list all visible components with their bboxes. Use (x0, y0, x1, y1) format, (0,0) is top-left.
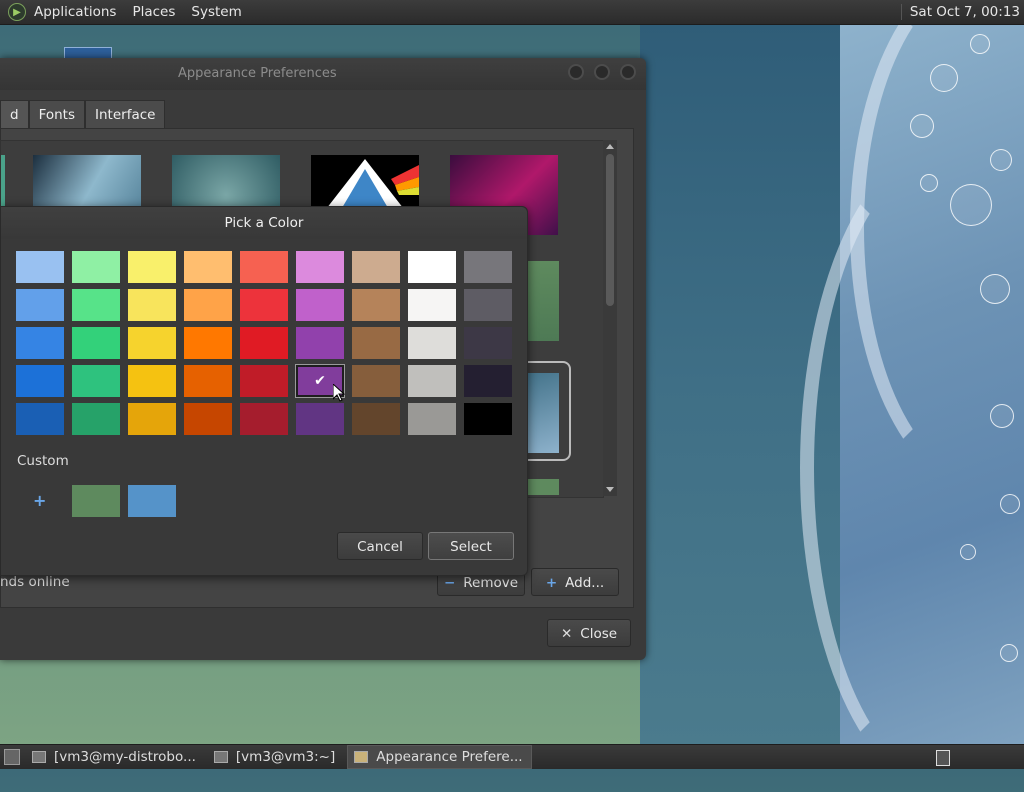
top-panel: ▶ Applications Places System Sat Oct 7, … (0, 0, 1024, 25)
color-swatch[interactable] (184, 289, 232, 321)
terminal-icon (32, 751, 46, 763)
color-swatch[interactable] (240, 289, 288, 321)
color-swatch[interactable] (128, 365, 176, 397)
dialog-title[interactable]: Pick a Color (1, 207, 527, 239)
minus-icon: − (443, 575, 456, 591)
color-swatch[interactable] (296, 251, 344, 283)
color-swatch[interactable] (296, 327, 344, 359)
scroll-up-icon[interactable] (606, 144, 614, 149)
color-swatch[interactable] (240, 365, 288, 397)
color-swatch[interactable] (464, 289, 512, 321)
task-appearance-preferences[interactable]: Appearance Prefere... (347, 745, 532, 769)
color-swatch[interactable] (464, 365, 512, 397)
color-swatch[interactable] (464, 251, 512, 283)
color-swatch[interactable] (72, 327, 120, 359)
tab-background[interactable]: d (0, 100, 29, 128)
window-title: Appearance Preferences (178, 66, 337, 81)
scroll-thumb[interactable] (606, 154, 614, 306)
cancel-button[interactable]: Cancel (337, 532, 423, 560)
color-swatch[interactable] (128, 251, 176, 283)
color-swatch[interactable] (16, 327, 64, 359)
color-swatch[interactable] (184, 403, 232, 435)
color-swatch[interactable] (352, 403, 400, 435)
color-swatch[interactable] (408, 365, 456, 397)
taskbar: [vm3@my-distrobo... [vm3@vm3:~] Appearan… (0, 744, 1024, 769)
color-swatch[interactable] (184, 251, 232, 283)
task-terminal-vm3[interactable]: [vm3@vm3:~] (208, 746, 343, 768)
minimize-button[interactable] (568, 64, 584, 80)
color-swatch[interactable] (16, 289, 64, 321)
color-swatch[interactable] (72, 251, 120, 283)
close-icon: ✕ (560, 626, 573, 642)
task-terminal-distrobox[interactable]: [vm3@my-distrobo... (26, 746, 204, 768)
color-swatch[interactable] (72, 403, 120, 435)
color-swatch[interactable] (128, 289, 176, 321)
menu-system[interactable]: System (191, 4, 241, 20)
mouse-cursor-icon (333, 384, 345, 402)
close-button[interactable]: ✕ Close (547, 619, 631, 647)
close-window-button[interactable] (620, 64, 636, 80)
terminal-icon (213, 751, 228, 763)
appearance-icon (354, 751, 369, 763)
tab-interface[interactable]: Interface (85, 100, 166, 128)
show-desktop-icon[interactable] (4, 749, 20, 765)
tab-fonts[interactable]: Fonts (28, 100, 86, 128)
color-swatch[interactable] (128, 327, 176, 359)
color-swatch[interactable] (16, 403, 64, 435)
color-swatch[interactable] (408, 251, 456, 283)
color-swatch[interactable] (296, 289, 344, 321)
menu-places[interactable]: Places (132, 4, 175, 20)
color-swatch[interactable] (464, 403, 512, 435)
color-swatch[interactable] (464, 327, 512, 359)
window-titlebar[interactable]: Appearance Preferences (0, 58, 646, 90)
color-swatch[interactable] (72, 365, 120, 397)
select-button[interactable]: Select (428, 532, 514, 560)
custom-colors-label: Custom (17, 453, 69, 469)
pick-a-color-dialog: Pick a Color ✔ Custom + Cancel Select (0, 206, 528, 576)
color-swatch[interactable] (72, 289, 120, 321)
maximize-button[interactable] (594, 64, 610, 80)
desktop-wallpaper-swirl (800, 0, 1024, 792)
get-more-backgrounds-link[interactable]: nds online (0, 574, 70, 590)
color-swatch[interactable] (184, 327, 232, 359)
color-swatch[interactable] (240, 251, 288, 283)
color-swatch[interactable] (352, 289, 400, 321)
color-swatch[interactable] (16, 365, 64, 397)
distro-logo-icon[interactable]: ▶ (8, 3, 26, 21)
color-swatch[interactable] (352, 365, 400, 397)
color-swatch[interactable] (408, 403, 456, 435)
scroll-down-icon[interactable] (606, 487, 614, 492)
color-swatch[interactable] (128, 403, 176, 435)
color-swatch[interactable] (184, 365, 232, 397)
color-swatch[interactable] (352, 327, 400, 359)
color-swatch[interactable] (240, 327, 288, 359)
color-swatch[interactable] (408, 327, 456, 359)
clipboard-icon[interactable] (936, 750, 950, 766)
gallery-scrollbar[interactable] (603, 140, 617, 496)
plus-icon: + (545, 575, 558, 591)
color-swatch[interactable] (408, 289, 456, 321)
tab-bar: d Fonts Interface (0, 100, 166, 128)
add-button[interactable]: + Add... (531, 568, 619, 596)
color-swatch[interactable] (16, 251, 64, 283)
add-custom-color-icon[interactable]: + (33, 491, 46, 510)
color-swatch[interactable] (296, 403, 344, 435)
clock[interactable]: Sat Oct 7, 00:13 (900, 4, 1020, 20)
custom-color-swatch[interactable] (128, 485, 176, 517)
color-swatch[interactable] (240, 403, 288, 435)
menu-applications[interactable]: Applications (34, 4, 116, 20)
color-swatch[interactable] (352, 251, 400, 283)
custom-color-swatch[interactable] (72, 485, 120, 517)
